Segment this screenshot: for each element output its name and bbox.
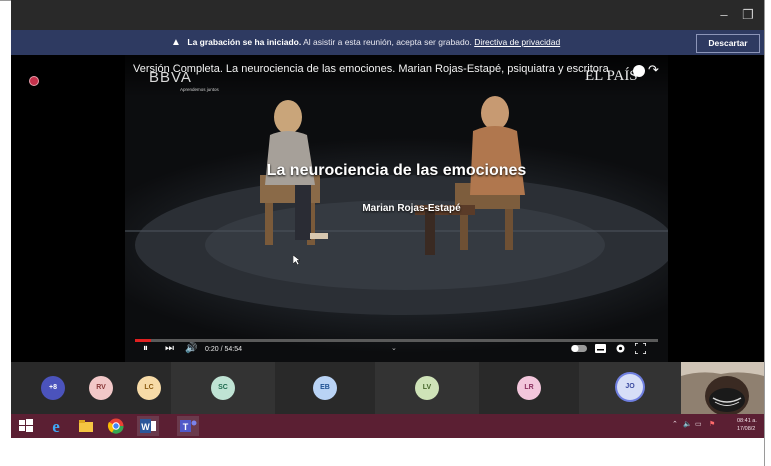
bbva-tagline: Aprendemos juntos [180, 87, 219, 92]
tray-flag-icon[interactable]: ⚑ [709, 420, 715, 428]
file-explorer-icon[interactable] [77, 417, 95, 435]
teams-icon[interactable]: T [177, 416, 199, 436]
banner-message-row: ▲ La grabación se ha iniciado. Al asisti… [171, 37, 560, 48]
volume-icon[interactable]: 🔊 [185, 343, 197, 354]
teams-meeting-window: – ❐ ▲ La grabación se ha iniciado. Al as… [11, 0, 764, 438]
playback-time: 0:20 / 54:54 [205, 346, 242, 353]
subtitles-icon[interactable] [595, 344, 606, 353]
video-subheadline: Marian Rojas-Estapé [362, 203, 461, 214]
chrome-icon[interactable] [107, 417, 125, 435]
recording-banner: ▲ La grabación se ha iniciado. Al asisti… [11, 30, 764, 55]
tray-network-icon[interactable]: ▭ [695, 420, 702, 428]
tray-chevron-icon[interactable]: ⌃ [672, 420, 678, 428]
autoplay-toggle-icon[interactable] [571, 344, 587, 353]
dismiss-button[interactable]: Descartar [696, 34, 760, 53]
video-title[interactable]: Versión Completa. La neurociencia de las… [133, 63, 609, 75]
avatar[interactable]: RV [89, 376, 113, 400]
windows-taskbar: e W T ⌃ 🔈 ▭ ⚑ 08:41 a. 17/08/2 [11, 414, 764, 438]
meeting-stage: BBVA Aprendemos juntos EL PAÍS Versión C… [11, 55, 764, 362]
title-bar: – ❐ [11, 0, 764, 30]
video-headline: La neurociencia de las emociones [266, 162, 527, 179]
avatar-overflow[interactable]: +8 [41, 376, 65, 400]
participants-strip: +8 RV LC SC EB LV LR JO [11, 362, 764, 414]
avatar: LR [517, 376, 541, 400]
tray-time: 08:41 a. [737, 418, 757, 424]
windows-start-icon[interactable] [17, 417, 35, 435]
avatar[interactable]: LC [137, 376, 161, 400]
share-icon[interactable]: ↷ [648, 62, 659, 78]
internet-explorer-icon[interactable]: e [47, 417, 65, 435]
minimize-button[interactable]: – [713, 5, 735, 25]
word-icon[interactable]: W [137, 416, 159, 436]
chevron-down-icon[interactable]: ⌄ [391, 344, 397, 352]
avatar-speaking: JO [617, 374, 643, 400]
tray-clock[interactable]: 08:41 a. 17/08/2 [737, 417, 757, 433]
self-camera-figure [681, 362, 764, 414]
avatar: LV [415, 376, 439, 400]
progress-bar[interactable] [135, 339, 658, 342]
avatar: SC [211, 376, 235, 400]
banner-title: La grabación se ha iniciado. [187, 37, 302, 47]
warning-icon: ▲ [171, 37, 181, 48]
banner-message: Al asistir a esta reunión, acepta ser gr… [303, 37, 472, 47]
self-camera-preview[interactable] [681, 362, 764, 414]
svg-text:T: T [183, 422, 189, 432]
mouse-cursor-icon [293, 255, 301, 265]
participant-tile[interactable]: SC [171, 362, 275, 414]
avatar: EB [313, 376, 337, 400]
watch-later-icon[interactable] [633, 65, 645, 77]
settings-gear-icon[interactable] [615, 343, 626, 354]
shared-video[interactable]: BBVA Aprendemos juntos EL PAÍS Versión C… [125, 55, 668, 362]
participant-tile-group: +8 RV LC [11, 362, 171, 414]
fullscreen-icon[interactable] [635, 343, 646, 354]
progress-fill [135, 339, 151, 342]
restore-button[interactable]: ❐ [737, 5, 759, 25]
next-icon[interactable]: ⏭ [165, 343, 174, 354]
participant-tile[interactable]: JO [579, 362, 681, 414]
tray-date: 17/08/2 [737, 426, 756, 432]
svg-text:e: e [52, 417, 60, 435]
tray-volume-icon[interactable]: 🔈 [683, 420, 692, 428]
player-controls: ⏸ ⏭ 🔊 0:20 / 54:54 ⌄ [125, 325, 668, 362]
participant-tile[interactable]: EB [275, 362, 375, 414]
privacy-link[interactable]: Directiva de privacidad [474, 37, 560, 47]
window-edge-right [764, 0, 765, 466]
participant-tile[interactable]: LR [479, 362, 579, 414]
participant-tile[interactable]: LV [375, 362, 479, 414]
recording-indicator-icon [30, 77, 38, 85]
pause-icon[interactable]: ⏸ [143, 343, 148, 354]
svg-text:W: W [141, 422, 150, 432]
